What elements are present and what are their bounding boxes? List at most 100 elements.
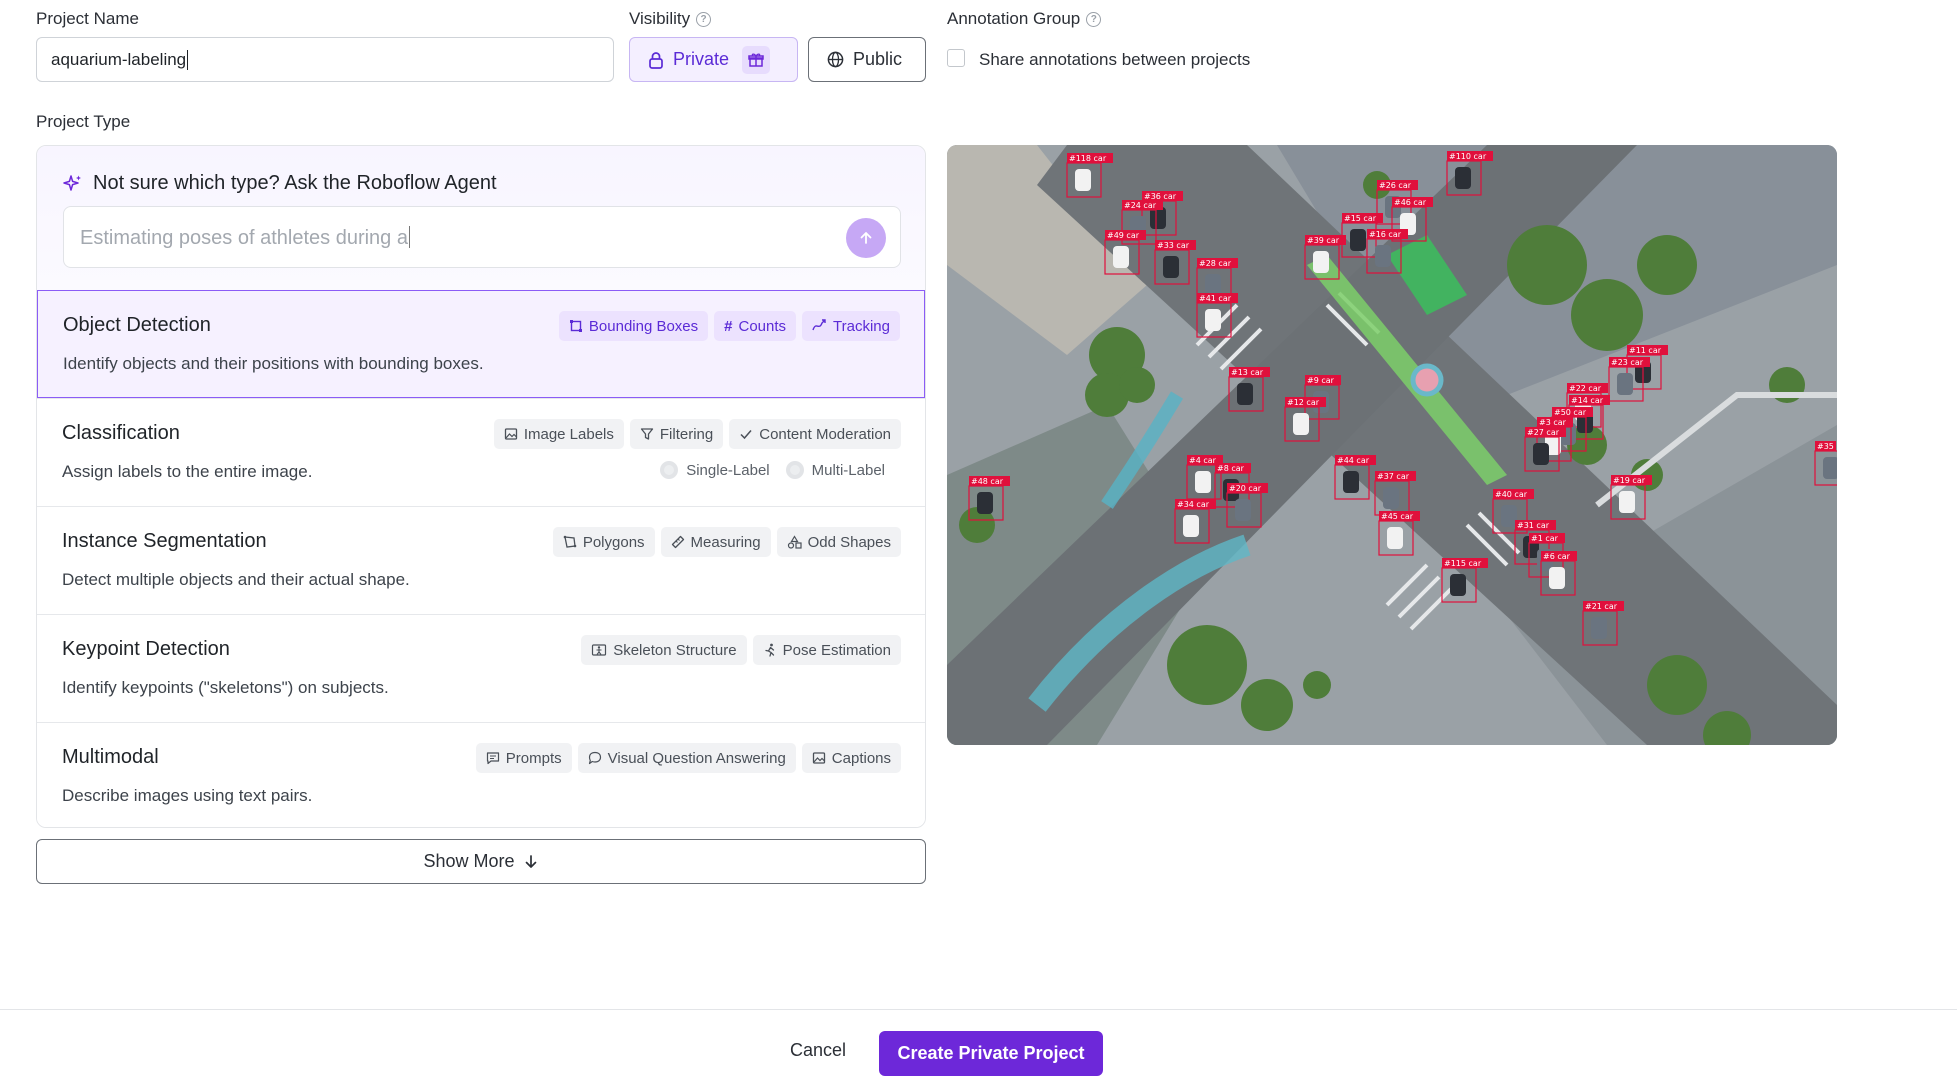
detection-label: #27 car (1527, 428, 1560, 437)
detection-label: #6 car (1543, 552, 1571, 561)
detection-label: #28 car (1199, 259, 1232, 268)
detection-label: #44 car (1337, 456, 1370, 465)
car (1237, 383, 1253, 405)
detection-label: #40 car (1495, 490, 1528, 499)
tag-tracking: Tracking (802, 311, 900, 341)
bounding-box-icon (569, 320, 582, 332)
globe-icon (827, 51, 844, 68)
tag-counts: # Counts (714, 311, 797, 341)
tag-bounding-boxes: Bounding Boxes (558, 311, 709, 341)
car (977, 492, 993, 514)
help-circle-icon[interactable]: ? (696, 11, 712, 27)
detection-label: #37 car (1377, 472, 1410, 481)
detection-label: #20 car (1229, 484, 1262, 493)
footer-bar: Cancel Create Private Project (0, 1009, 1957, 1085)
running-person-icon (764, 643, 774, 657)
car (1501, 505, 1517, 527)
type-option-keypoint-detection[interactable]: Keypoint Detection Identify keypoints ("… (37, 614, 925, 722)
car (1533, 443, 1549, 465)
car (1387, 527, 1403, 549)
type-tags: Image Labels Filtering Content Moderatio… (493, 419, 901, 449)
detection-label: #3 car (1539, 418, 1567, 427)
tag-pose-estimation: Pose Estimation (752, 635, 901, 665)
detection-label: #36 car (1144, 192, 1177, 201)
visibility-public-button[interactable]: Public (808, 37, 926, 82)
detection-label: #118 car (1069, 154, 1107, 163)
detection-label: #41 car (1199, 294, 1232, 303)
car (1350, 229, 1366, 251)
detection-label: #19 car (1613, 476, 1646, 485)
car (1617, 373, 1633, 395)
car (1455, 167, 1471, 189)
detection-label: #49 car (1107, 231, 1140, 240)
type-option-object-detection[interactable]: Object Detection Identify objects and th… (37, 290, 925, 398)
type-tags: Prompts Visual Question Answering Captio… (475, 743, 901, 773)
radio-single-label[interactable]: Single-Label (660, 461, 770, 479)
detection-label: #1 car (1531, 534, 1559, 543)
radio-multi-label[interactable]: Multi-Label (785, 461, 885, 479)
gift-icon (742, 45, 771, 74)
detection-label: #24 car (1124, 201, 1157, 210)
share-annotations-checkbox[interactable] (947, 49, 965, 67)
radio-dot (660, 461, 679, 479)
create-project-button[interactable]: Create Private Project (879, 1031, 1103, 1076)
detection-label: #8 car (1217, 464, 1245, 473)
classification-options: Single-Label Multi-Label (660, 461, 885, 479)
text-caret (408, 226, 410, 248)
sparkles-icon (63, 174, 81, 191)
image-icon (504, 428, 517, 440)
detection-label: #13 car (1231, 368, 1264, 377)
show-more-button[interactable]: Show More (36, 839, 926, 884)
car (1235, 499, 1251, 521)
type-tags: Skeleton Structure Pose Estimation (581, 635, 901, 665)
car (1183, 515, 1199, 537)
car (1450, 574, 1466, 596)
car (1313, 251, 1329, 273)
detection-label: #14 car (1571, 396, 1604, 405)
cancel-button[interactable]: Cancel (790, 1040, 846, 1061)
car (1113, 246, 1129, 268)
ruler-icon (671, 535, 684, 549)
tag-prompts: Prompts (475, 743, 572, 773)
car (1375, 245, 1391, 267)
chat-bubble-icon (588, 751, 601, 765)
detection-label: #48 car (971, 477, 1004, 486)
car (1205, 274, 1221, 296)
car (1619, 491, 1635, 513)
detection-label: #115 car (1444, 559, 1482, 568)
project-name-input[interactable]: aquarium-labeling (36, 37, 614, 82)
detection-label: #110 car (1449, 152, 1487, 161)
tag-measuring: Measuring (660, 527, 771, 557)
detection-label: #15 car (1344, 214, 1377, 223)
tag-captions: Captions (801, 743, 901, 773)
car (1549, 567, 1565, 589)
detection-label: #12 car (1287, 398, 1320, 407)
detection-label: #26 car (1379, 181, 1412, 190)
arrow-down-icon (525, 854, 536, 868)
detection-label: #45 car (1381, 512, 1414, 521)
shapes-icon (787, 535, 802, 549)
type-option-classification[interactable]: Classification Assign labels to the enti… (37, 398, 925, 506)
type-tags: Bounding Boxes # Counts Tracking (558, 311, 900, 341)
share-annotations-label[interactable]: Share annotations between projects (979, 50, 1250, 70)
detection-label: #16 car (1369, 230, 1402, 239)
car (1293, 413, 1309, 435)
car (1383, 487, 1399, 509)
agent-prompt-input[interactable]: Estimating poses of athletes during a (63, 206, 901, 268)
tag-polygons: Polygons (552, 527, 655, 557)
help-circle-icon[interactable]: ? (1086, 11, 1102, 27)
type-option-multimodal[interactable]: Multimodal Describe images using text pa… (37, 722, 925, 827)
car (1823, 457, 1837, 479)
visibility-private-button[interactable]: Private (629, 37, 798, 82)
detection-label: #11 car (1629, 346, 1662, 355)
tracking-icon (812, 319, 826, 331)
tag-odd-shapes: Odd Shapes (776, 527, 901, 557)
visibility-label: Visibility ? (629, 9, 712, 29)
type-option-instance-segmentation[interactable]: Instance Segmentation Detect multiple ob… (37, 506, 925, 614)
arrow-up-icon (860, 232, 872, 244)
agent-send-button[interactable] (846, 218, 886, 258)
tag-image-labels: Image Labels (493, 419, 624, 449)
car (1163, 256, 1179, 278)
polygon-icon (563, 535, 577, 548)
detection-label: #22 car (1569, 384, 1602, 393)
